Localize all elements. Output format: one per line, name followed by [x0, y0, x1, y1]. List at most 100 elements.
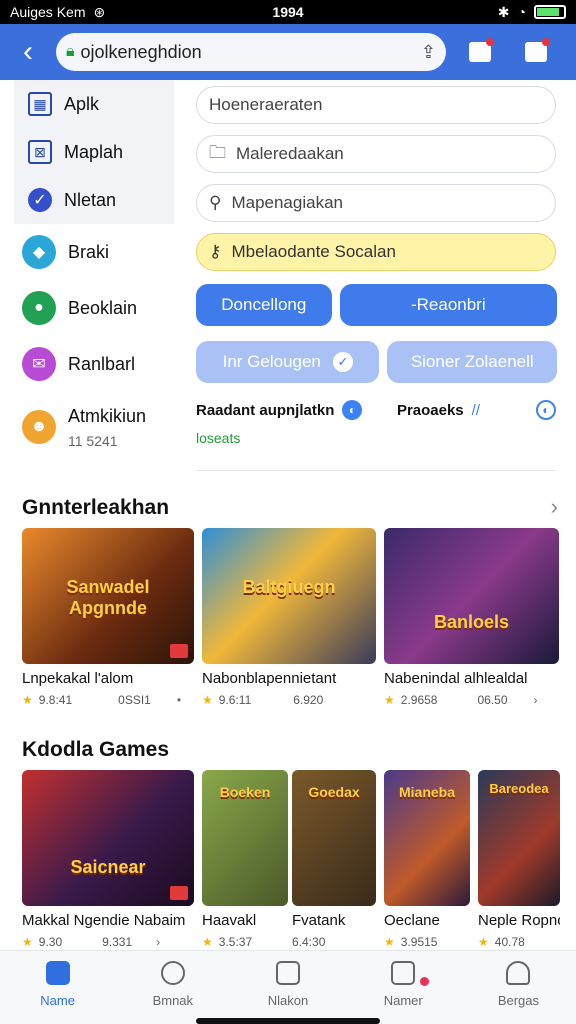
game-art-title: Bareodea — [489, 780, 549, 796]
game-title: Lnpekakal l'alom — [22, 670, 134, 687]
home-indicator — [196, 1018, 380, 1024]
sidebar-item-maplah[interactable]: ⊠ Maplah — [14, 128, 174, 176]
sidebar-item-label: Braki — [68, 241, 110, 262]
field-text: Mbelaodante Socalan — [231, 242, 396, 261]
game-rating: 2.9658 — [400, 693, 438, 707]
game-downloads: 06.50 — [477, 693, 508, 707]
form-fields: Hoeneraeraten 🗀 Maleredaakan ⚲ Mapenagia… — [196, 86, 556, 282]
info-circle-icon[interactable]: ◐ — [536, 400, 556, 420]
zolaenell-button[interactable]: Sioner Zolaenell — [387, 341, 557, 383]
check-icon: ✓ — [332, 352, 353, 372]
divider — [196, 470, 556, 471]
game-title: Nabenindal alhlealdal — [384, 670, 528, 687]
back-arrow-icon[interactable]: ‹ — [0, 24, 56, 80]
star-icon: ★ — [22, 935, 33, 949]
game-downloads: 6.4:30 — [292, 935, 326, 949]
sidebar-item-aplk[interactable]: ▦ Aplk — [14, 80, 174, 128]
tab-search[interactable]: Bmnak — [115, 951, 230, 1024]
sidebar-item-label: Atmkikiun — [68, 405, 147, 426]
game-card[interactable]: Baltgiuegn Nabonblapennietant ★ 9.6:11 6… — [202, 528, 376, 707]
game-card[interactable]: Sanwadel Apgnnde Lnpekakal l'alom ★ 9.8:… — [22, 528, 194, 707]
bag-icon[interactable] — [458, 30, 502, 74]
folder-field[interactable]: 🗀 Maleredaakan — [196, 135, 556, 173]
name-field[interactable]: Hoeneraeraten — [196, 86, 556, 124]
sidebar-item-nletan[interactable]: ✓ Nletan — [14, 176, 174, 224]
person-icon: ● — [22, 291, 56, 325]
status-bar: Auiges Kem ⊛ 1994 ✱ ◔ — [0, 0, 576, 24]
gelougen-button[interactable]: Inr Gelougen ✓ — [196, 341, 380, 383]
game-card[interactable]: Saicnear Makkal Ngendie Nabaim ★ 9.30 9.… — [22, 770, 194, 949]
sidebar-app-ranlbarl[interactable]: ✉ Ranlbarl — [14, 336, 174, 392]
field-text: Hoeneraeraten — [209, 95, 323, 114]
game-rating: 9.8:41 — [38, 693, 73, 707]
game-rating: 40.78 — [494, 935, 525, 949]
game-meta: 6.4:30 — [292, 935, 376, 949]
star-icon: ★ — [202, 693, 213, 707]
tab-profile[interactable]: Bergas — [461, 951, 576, 1024]
age-badge — [170, 644, 188, 658]
game-title: Nabonblapennietant — [202, 670, 337, 687]
info-block: Raadant aupnjlatkn ◐ Praoaeks // ◐ losea… — [196, 400, 556, 446]
search-icon — [160, 961, 185, 985]
game-card[interactable]: Goedax Fvatank 6.4:30 — [292, 770, 376, 949]
mask-icon: ☻ — [22, 410, 56, 444]
mail-icon: ✉ — [22, 347, 56, 381]
game-rating: 9.30 — [38, 935, 63, 949]
info-right: Praoaeks — [396, 401, 464, 419]
check-circle-icon: ✓ — [28, 188, 52, 212]
clock: 1994 — [272, 4, 304, 20]
sidebar-item-label: Ranlbarl — [68, 353, 136, 374]
leaf-icon: ◆ — [22, 235, 56, 269]
star-icon: ★ — [384, 693, 395, 707]
tab-home[interactable]: Name — [0, 951, 115, 1024]
game-rating: 9.6:11 — [218, 693, 252, 707]
game-art: Sanwadel Apgnnde — [22, 528, 194, 664]
game-meta: ★ 9.6:11 6.920 — [202, 693, 376, 707]
game-card[interactable]: Banloels Nabenindal alhlealdal ★ 2.9658 … — [384, 528, 559, 707]
tabs-icon[interactable] — [514, 30, 558, 74]
button-label: Inr Gelougen — [222, 352, 321, 371]
game-card[interactable]: Boeken Haavakl ★ 3.5:37 — [202, 770, 288, 949]
section-title: Gnnterleakhan — [22, 496, 170, 519]
game-art-title: Sanwadel Apgnnde — [66, 576, 150, 618]
star-icon: ★ — [478, 935, 489, 949]
game-art-title: Banloels — [433, 612, 510, 633]
sidebar-item-label: Maplah — [64, 141, 124, 162]
key-field[interactable]: ⚷ Mbelaodante Socalan — [196, 233, 556, 271]
game-art: Mianeba — [384, 770, 470, 906]
tab-notifications[interactable]: Namer — [346, 951, 461, 1024]
share-icon[interactable]: ⇪ — [421, 42, 436, 63]
game-art-title: Saicnear — [70, 857, 146, 878]
button-row-primary: Doncellong -Reaonbri — [196, 284, 557, 326]
tab-label: Name — [40, 993, 75, 1008]
game-rating: 3.9515 — [400, 935, 438, 949]
lock-icon: 🔒︎ — [66, 43, 75, 60]
home-icon — [45, 961, 70, 985]
star-icon: ★ — [22, 693, 33, 707]
game-meta: ★ 9.8:41 0SSI1 • — [22, 693, 194, 707]
game-downloads: 0SSI1 — [118, 693, 151, 707]
sidebar-item-sub: 11 5241 — [68, 432, 118, 449]
sidebar-app-beoklain[interactable]: ● Beoklain — [14, 280, 174, 336]
chevron-right-icon[interactable]: › — [551, 494, 558, 520]
game-art-title: Mianeba — [398, 783, 455, 800]
game-title: Neple Ropno — [478, 912, 560, 929]
sidebar-app-atmkikiun[interactable]: ☻ Atmkikiun 11 5241 — [14, 392, 174, 462]
reaonbri-button[interactable]: -Reaonbri — [339, 284, 557, 326]
profile-icon — [506, 961, 531, 985]
game-title: Makkal Ngendie Nabaim — [22, 912, 186, 929]
url-field[interactable]: 🔒︎ ojolkeneghdion ⇪ — [56, 33, 446, 71]
info-status: loseats — [196, 430, 241, 446]
game-card[interactable]: Mianeba Oeclane ★ 3.9515 — [384, 770, 470, 949]
doncellong-button[interactable]: Doncellong — [196, 284, 332, 326]
game-title: Haavakl — [202, 912, 257, 929]
info-left: Raadant aupnjlatkn — [196, 401, 335, 419]
game-card[interactable]: Bareodea Neple Ropno ★ 40.78 — [478, 770, 560, 949]
search-field[interactable]: ⚲ Mapenagiakan — [196, 184, 556, 222]
library-icon — [276, 961, 300, 985]
sidebar-app-braki[interactable]: ◆ Braki — [14, 224, 174, 280]
search-icon: ⚲ — [209, 193, 222, 212]
grid-icon: ▦ — [28, 92, 52, 116]
tab-library[interactable]: Nlakon — [230, 951, 345, 1024]
game-art: Goedax — [292, 770, 376, 906]
